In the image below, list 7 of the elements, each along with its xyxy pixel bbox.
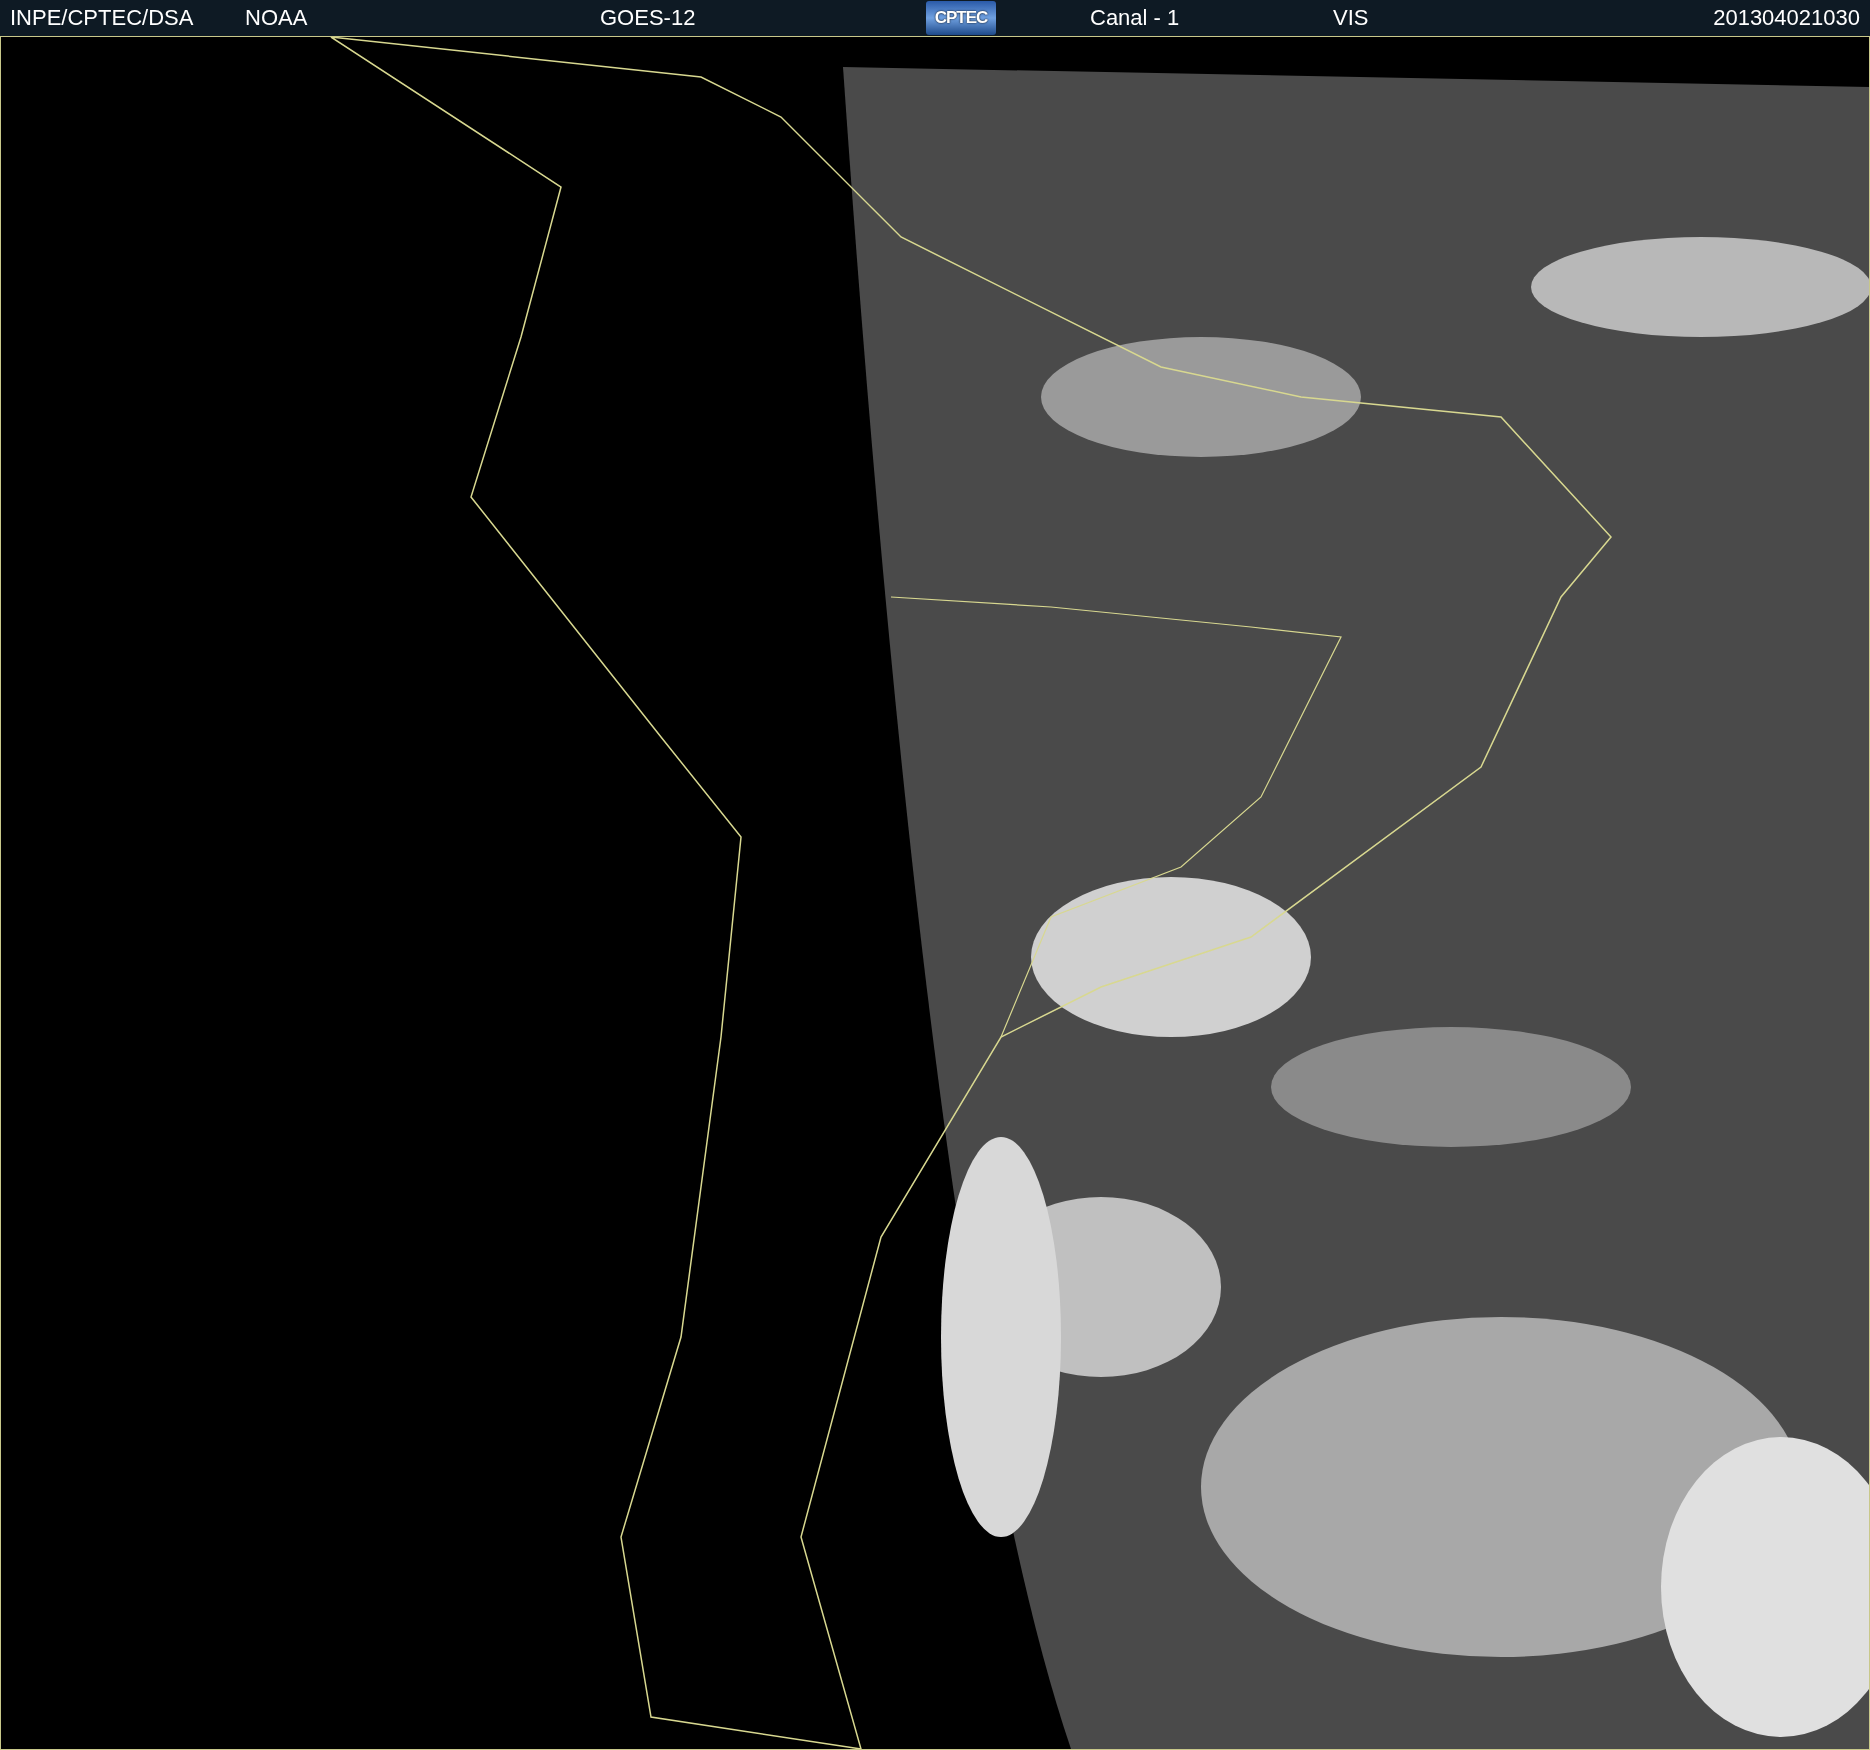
header-label: Canal - 1: [1090, 5, 1180, 31]
logo: CPTEC: [926, 1, 996, 35]
header-label: VIS: [1333, 5, 1369, 31]
header-label: NOAA: [245, 5, 308, 31]
header-label: GOES-12: [600, 5, 696, 31]
header-label: INPE/CPTEC/DSA: [10, 5, 194, 31]
header-label: 201304021030: [1713, 5, 1860, 31]
